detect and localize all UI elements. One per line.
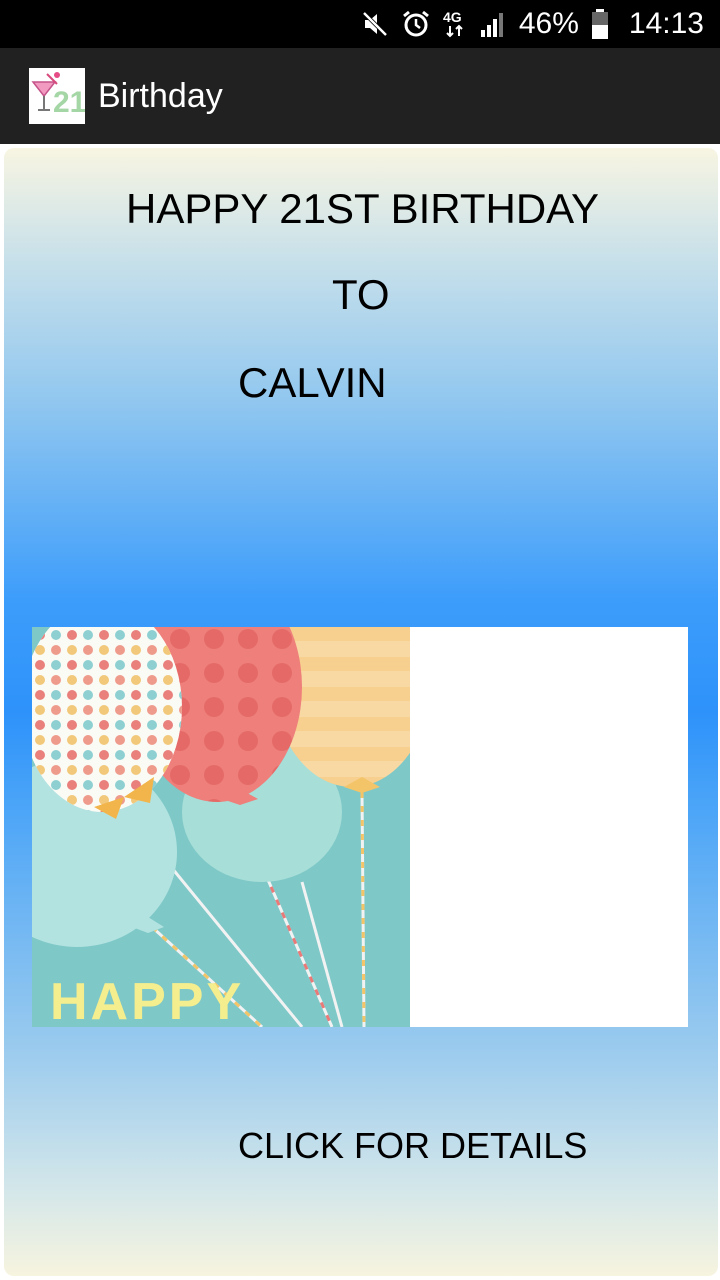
battery-percent: 46% bbox=[518, 7, 579, 40]
app-logo-21-icon[interactable]: 21 bbox=[29, 68, 85, 124]
greeting-line: HAPPY 21ST BIRTHDAY bbox=[126, 185, 600, 232]
balloons-illustration: HAPPY bbox=[32, 627, 410, 1027]
mute-icon bbox=[361, 10, 389, 38]
app-title: Birthday bbox=[98, 77, 223, 115]
image-happy-text: HAPPY bbox=[50, 973, 244, 1027]
action-bar: 21 Birthday bbox=[0, 48, 720, 144]
click-for-details-link[interactable]: CLICK FOR DETAILS bbox=[238, 1124, 587, 1168]
birthday-card: HAPPY 21ST BIRTHDAY TO CALVIN HAPPY CLIC… bbox=[4, 148, 718, 1276]
signal-icon bbox=[479, 10, 507, 38]
battery-icon bbox=[591, 8, 609, 40]
balloons-image[interactable]: HAPPY bbox=[32, 627, 688, 1027]
alarm-icon bbox=[401, 9, 431, 39]
network-4g-icon: 4G bbox=[443, 8, 467, 40]
svg-text:4G: 4G bbox=[443, 9, 462, 25]
status-bar: 4G 46% 14:13 bbox=[0, 0, 720, 48]
status-icons: 4G 46% 14:13 bbox=[361, 0, 704, 48]
greeting-to: TO bbox=[332, 271, 390, 318]
status-time: 14:13 bbox=[628, 7, 704, 40]
recipient-name: CALVIN bbox=[238, 359, 387, 406]
svg-text:21: 21 bbox=[53, 86, 85, 119]
